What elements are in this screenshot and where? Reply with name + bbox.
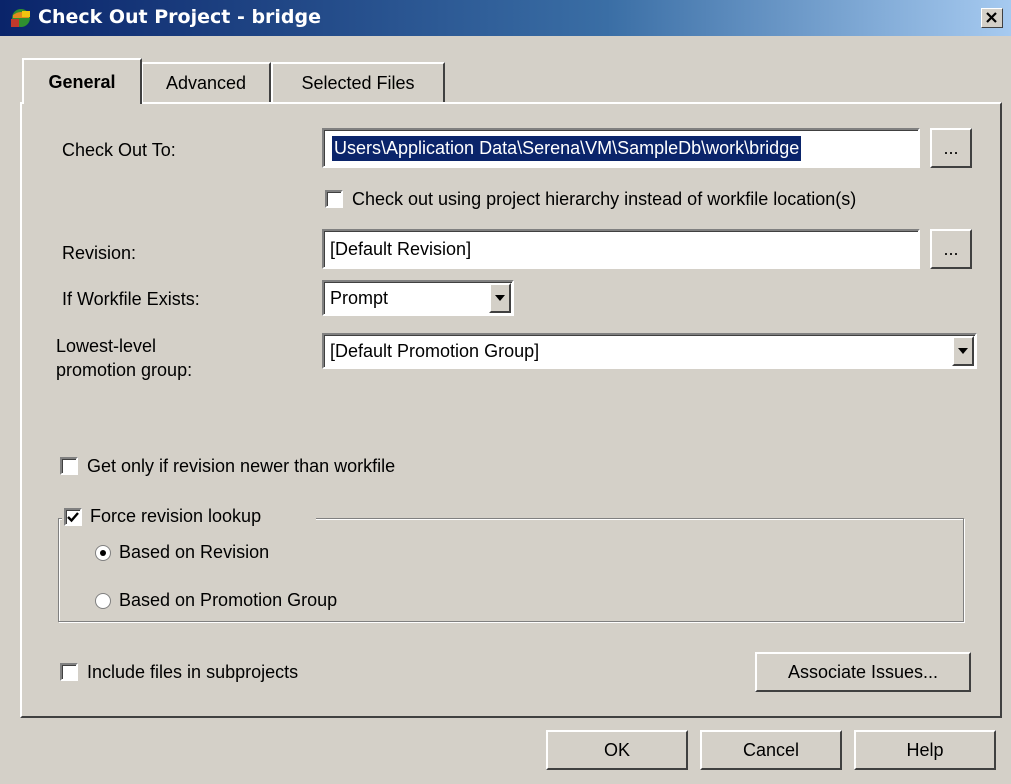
app-icon xyxy=(9,7,33,29)
include-subprojects-checkbox[interactable] xyxy=(60,663,78,681)
radio-based-on-promotion-group[interactable] xyxy=(95,593,111,609)
get-only-newer-label: Get only if revision newer than workfile xyxy=(87,456,396,476)
check-out-to-field[interactable]: Users\Application Data\Serena\VM\SampleD… xyxy=(322,128,920,168)
window-title: Check Out Project - bridge xyxy=(38,6,322,28)
associate-issues-button[interactable]: Associate Issues... xyxy=(755,652,971,692)
check-icon xyxy=(67,512,79,523)
help-button[interactable]: Help xyxy=(854,730,996,770)
based-on-promotion-group-label: Based on Promotion Group xyxy=(119,590,338,610)
get-only-newer-checkbox[interactable] xyxy=(60,457,78,475)
promotion-group-value: [Default Promotion Group] xyxy=(330,340,540,361)
hierarchy-checkbox[interactable] xyxy=(325,190,343,208)
promotion-group-select[interactable]: [Default Promotion Group] xyxy=(322,333,977,369)
revision-label: Revision: xyxy=(62,243,137,263)
based-on-revision-label: Based on Revision xyxy=(119,542,270,562)
chevron-down-icon[interactable] xyxy=(952,336,974,366)
tab-selected-files[interactable]: Selected Files xyxy=(271,62,445,102)
check-out-to-value: Users\Application Data\Serena\VM\SampleD… xyxy=(332,135,802,161)
revision-browse-button[interactable]: ... xyxy=(930,229,972,269)
check-out-to-label: Check Out To: xyxy=(62,140,176,160)
cancel-button[interactable]: Cancel xyxy=(700,730,842,770)
promotion-group-label-line1: Lowest-level xyxy=(56,336,157,356)
revision-field[interactable]: [Default Revision] xyxy=(322,229,920,269)
promotion-group-label: Lowest-level promotion group: xyxy=(56,334,192,382)
force-lookup-checkbox[interactable] xyxy=(64,508,82,526)
ok-button[interactable]: OK xyxy=(546,730,688,770)
radio-dot xyxy=(100,550,106,556)
radio-based-on-revision[interactable] xyxy=(95,545,111,561)
close-button[interactable] xyxy=(981,8,1003,28)
close-icon xyxy=(986,12,997,23)
if-workfile-exists-select[interactable]: Prompt xyxy=(322,280,514,316)
tab-general[interactable]: General xyxy=(22,58,142,104)
force-lookup-label: Force revision lookup xyxy=(90,506,262,526)
promotion-group-label-line2: promotion group: xyxy=(56,360,193,380)
include-subprojects-label: Include files in subprojects xyxy=(87,662,299,682)
hierarchy-checkbox-label: Check out using project hierarchy instea… xyxy=(352,189,857,209)
if-workfile-exists-value: Prompt xyxy=(330,287,389,308)
tab-advanced[interactable]: Advanced xyxy=(141,62,271,102)
if-workfile-exists-label: If Workfile Exists: xyxy=(62,289,200,309)
check-out-to-browse-button[interactable]: ... xyxy=(930,128,972,168)
chevron-down-icon[interactable] xyxy=(489,283,511,313)
